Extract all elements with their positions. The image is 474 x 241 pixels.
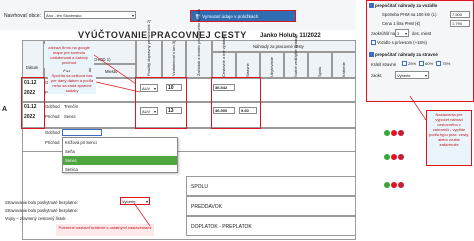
row2-place2[interactable]: Senec (64, 114, 76, 119)
summary-total-label: SPOLU (191, 184, 208, 190)
copy-row-icon[interactable] (391, 182, 397, 188)
annotation-date-outline (21, 77, 45, 129)
meals-cut-option: 60% (425, 61, 434, 66)
footer-meals2-label: Stravovanie bolo poskytnuté bezplatne: (5, 208, 79, 213)
checkbox-icon[interactable] (371, 40, 376, 46)
row2-place1[interactable]: Trenčín (64, 104, 78, 109)
citizenship-select[interactable]: Áno - len Slovensko (44, 11, 136, 19)
header-place-label: Miesto (105, 69, 118, 74)
warning-icon: A (2, 106, 8, 113)
row3-dep-label: Odchod (45, 130, 60, 135)
note-abroad: Nastavenia pre výpočet náhrad cestovného… (426, 110, 472, 166)
header-date-label: Dátum (26, 65, 39, 70)
header-meals: Stravné (236, 52, 260, 78)
checkbox-icon[interactable] (436, 61, 442, 67)
citizenship-value: Áno - len Slovensko (46, 13, 82, 18)
vehicle-check-row[interactable]: prepočítať náhrady za vozidlo (369, 3, 438, 9)
consumption-input[interactable]: 7.500 (450, 11, 470, 18)
autocomplete-item-selected[interactable]: Senec (63, 156, 177, 165)
header-lodging-label: Ubytovanie (269, 56, 274, 77)
meals-rate-label: zaokr. (371, 73, 383, 78)
annotation-travel-outline (211, 77, 261, 129)
autocomplete-item[interactable]: Senica (63, 165, 177, 174)
footer-meals-label: Stravovanie bolo poskytnuté bezplatne: (5, 200, 79, 205)
annotation-vehicle-outline (135, 77, 187, 129)
header-total-label: Spolu (317, 66, 322, 77)
copy-row-icon[interactable] (391, 154, 397, 160)
header-lodging: Ubytovanie (260, 52, 284, 78)
header-distance-label: Vzdialenosť v km 3) (171, 40, 176, 76)
summary-advance-label: PREDDAVOK (191, 204, 223, 210)
add-row-icon[interactable] (384, 182, 390, 188)
autocomplete-item[interactable]: Seňa (63, 147, 177, 156)
delete-row-icon[interactable] (398, 182, 404, 188)
fill-button[interactable]: 🗑 Vymazať údaje v položkách (190, 10, 296, 22)
row3-place1-input[interactable] (62, 129, 102, 136)
delete-row-icon[interactable] (398, 154, 404, 160)
header-allowance: Náhrady za pracovné cesty (212, 40, 356, 52)
meals-cut-option: 25% (408, 61, 417, 66)
header-krat: Krátenie (332, 52, 356, 78)
meals-rate-select[interactable]: Vyberte (395, 71, 429, 79)
person-name: Janko Holub, 11/2022 (260, 33, 321, 39)
header-work: Začiatok a koniec pracovného výkonu (186, 9, 212, 78)
copy-row-icon[interactable] (391, 130, 397, 136)
meals-rate-value: Vyberte (397, 73, 411, 78)
row2-arr-label: Príchod (45, 114, 60, 119)
note-map: zobrazí firmu na google mape pre kontrol… (44, 44, 94, 68)
header-other: Nutné vedľajšie výdavky (284, 33, 308, 78)
header-travel-label: Cestovné a iné výdavky (221, 34, 226, 77)
row3-arr-label: Príchod (45, 140, 60, 145)
summary-total: SPOLU (186, 176, 356, 196)
header-place: Miesto (90, 64, 136, 78)
header-date: Dátum (22, 40, 44, 78)
header-vehicle-label: Použitý dopravný prostriedok 2) (146, 19, 151, 76)
meals-cut-label: Krátiť stravné (371, 62, 397, 67)
fill-button-label: Vymazať údaje v položkách (202, 14, 259, 19)
checkbox-icon[interactable] (369, 52, 374, 58)
delete-row-icon[interactable] (398, 130, 404, 136)
consumption-label: Spotreba PHM na 100 km (L) (382, 12, 437, 17)
footer-meals-select[interactable]: Vyberte (120, 197, 150, 205)
summary-advance: PREDDAVOK (186, 196, 356, 216)
meals-cut-option: 75% (442, 61, 451, 66)
price-label: Cena 1 litra PHM (€) (382, 21, 421, 26)
header-work-label: Začiatok a koniec pracovného výkonu (196, 9, 201, 76)
row2-dep-label: Odchod (45, 104, 60, 109)
header-meals-label: Stravné (245, 63, 250, 77)
checkbox-icon[interactable] (419, 61, 425, 67)
header-krat-label: Krátenie (341, 62, 346, 77)
vehicle-check-label: prepočítať náhrady za vozidlo (375, 3, 438, 8)
checkbox-icon[interactable] (402, 61, 407, 67)
meals-check-row[interactable]: prepočítať náhrady za stravné (369, 52, 438, 58)
note-meals: Potrebné nastaviť krátenie s ostatnými n… (56, 224, 154, 236)
add-row-icon[interactable] (384, 154, 390, 160)
consumption-value: 7.500 (452, 12, 463, 17)
header-total: Spolu (308, 52, 332, 78)
trailer-check-label: Vozidlo s prívesom (+15%) (377, 40, 427, 45)
rate-suffix: des. miest (412, 31, 432, 36)
checkbox-icon[interactable] (369, 3, 374, 9)
footer-other-label: Vojny – zľavnený cestovný lístok: (5, 216, 67, 221)
autocomplete-dropdown: Krížová pri Senci Seňa Senec Senica (62, 137, 178, 173)
price-value: 1.790 (452, 21, 463, 26)
header-distance: Vzdialenosť v km 3) (162, 40, 186, 78)
summary-extra-label: DOPLATOK - PREPLATOK (191, 224, 252, 230)
header-travel: Cestovné a iné výdavky (212, 34, 236, 78)
price-input[interactable]: 1.790 (450, 20, 470, 27)
citizenship-label: Navrhovať obce: (4, 13, 41, 19)
rate-label: zaokrúhliť na (371, 31, 396, 36)
trailer-check-row[interactable]: Vozidlo s prívesom (+15%) (371, 40, 427, 46)
note-time: Spočíta sa celková čas pre daný dátum a … (48, 72, 96, 94)
add-row-icon[interactable] (384, 130, 390, 136)
autocomplete-item[interactable]: Krížová pri Senci (63, 138, 177, 147)
header-other-label: Nutné vedľajšie výdavky (293, 33, 298, 77)
rate-select[interactable]: 3 (395, 29, 409, 37)
header-vehicle: Použitý dopravný prostriedok 2) (136, 19, 162, 78)
meals-cut-options: 25% 60% 75% (402, 61, 451, 67)
footer-meals-value: Vyberte (122, 199, 136, 204)
summary-extra: DOPLATOK - PREPLATOK (186, 216, 356, 236)
meals-check-label: prepočítať náhrady za stravné (375, 52, 438, 57)
rate-value: 3 (397, 31, 400, 36)
